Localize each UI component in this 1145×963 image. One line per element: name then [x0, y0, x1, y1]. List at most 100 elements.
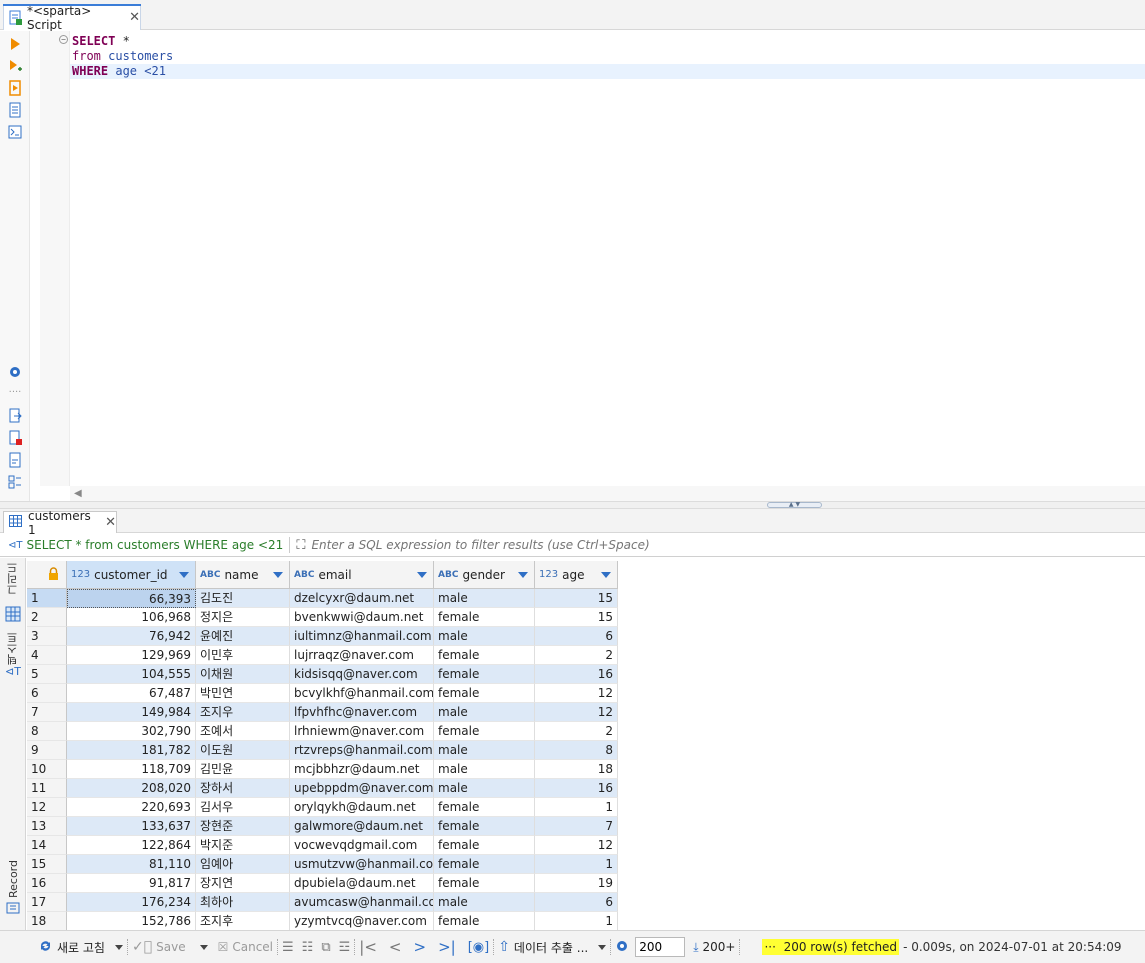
cell-age[interactable]: 7: [535, 817, 618, 836]
cell-age[interactable]: 12: [535, 836, 618, 855]
table-row[interactable]: 12 220,693 김서우 orylqykh@daum.net female 1: [27, 798, 618, 817]
cancel-button[interactable]: ☒ Cancel: [218, 940, 273, 954]
column-filter-icon[interactable]: [518, 572, 528, 578]
active-query-label[interactable]: ⊲T SELECT * from customers WHERE age <21: [8, 538, 283, 552]
column-header-gender[interactable]: ABC gender: [434, 561, 535, 589]
cell-gender[interactable]: female: [434, 855, 535, 874]
export-script-icon[interactable]: [6, 407, 24, 425]
table-row[interactable]: 17 176,234 최하아 avumcasw@hanmail.com male 6: [27, 893, 618, 912]
row-number[interactable]: 16: [27, 874, 67, 893]
last-page-icon[interactable]: >|: [438, 938, 456, 956]
code-line-3[interactable]: WHERE age <21: [72, 64, 166, 79]
copy-row-icon[interactable]: ⧉: [321, 940, 330, 955]
cell-name[interactable]: 조지후: [196, 912, 290, 930]
row-number[interactable]: 1: [27, 589, 67, 608]
cell-age[interactable]: 2: [535, 722, 618, 741]
table-row[interactable]: 7 149,984 조지우 lfpvhfhc@naver.com male 12: [27, 703, 618, 722]
cell-gender[interactable]: female: [434, 798, 535, 817]
cell-name[interactable]: 김민윤: [196, 760, 290, 779]
cell-name[interactable]: 이민후: [196, 646, 290, 665]
previous-page-icon[interactable]: <: [389, 938, 402, 956]
cell-customer-id[interactable]: 133,637: [67, 817, 196, 836]
cell-email[interactable]: iultimnz@hanmail.com: [290, 627, 434, 646]
table-row[interactable]: 9 181,782 이도원 rtzvreps@hanmail.com male 8: [27, 741, 618, 760]
cell-gender[interactable]: male: [434, 779, 535, 798]
cell-customer-id[interactable]: 106,968: [67, 608, 196, 627]
table-row[interactable]: 15 81,110 임예아 usmutzvw@hanmail.com female 1: [27, 855, 618, 874]
cell-customer-id[interactable]: 208,020: [67, 779, 196, 798]
cell-customer-id[interactable]: 67,487: [67, 684, 196, 703]
current-row-icon[interactable]: [◉]: [468, 940, 490, 955]
edit-cell-icon[interactable]: ☰: [282, 940, 294, 955]
table-row[interactable]: 11 208,020 장하서 upebppdm@naver.com male 16: [27, 779, 618, 798]
cell-age[interactable]: 8: [535, 741, 618, 760]
cell-email[interactable]: avumcasw@hanmail.com: [290, 893, 434, 912]
cell-name[interactable]: 임예아: [196, 855, 290, 874]
cell-name[interactable]: 이채원: [196, 665, 290, 684]
cell-customer-id[interactable]: 129,969: [67, 646, 196, 665]
cell-age[interactable]: 12: [535, 703, 618, 722]
code-line-1[interactable]: SELECT *: [72, 34, 130, 49]
next-page-icon[interactable]: >: [413, 938, 426, 956]
cell-customer-id[interactable]: 81,110: [67, 855, 196, 874]
refresh-button[interactable]: 새로 고침: [38, 939, 105, 956]
execute-script-icon[interactable]: [6, 79, 24, 97]
row-number[interactable]: 3: [27, 627, 67, 646]
row-number[interactable]: 17: [27, 893, 67, 912]
sql-editor[interactable]: ···· − SELECT * from customers WHERE age…: [0, 31, 1145, 501]
first-page-icon[interactable]: |<: [359, 938, 377, 956]
cell-email[interactable]: bvenkwwi@daum.net: [290, 608, 434, 627]
code-line-2[interactable]: from customers: [72, 49, 173, 64]
cell-gender[interactable]: female: [434, 817, 535, 836]
cell-gender[interactable]: female: [434, 665, 535, 684]
cell-email[interactable]: dzelcyxr@daum.net: [290, 589, 434, 608]
row-number[interactable]: 8: [27, 722, 67, 741]
row-number[interactable]: 6: [27, 684, 67, 703]
editor-results-splitter[interactable]: ▲ ▼: [0, 501, 1145, 509]
cell-gender[interactable]: male: [434, 760, 535, 779]
fold-collapse-icon[interactable]: −: [59, 35, 68, 44]
cell-age[interactable]: 16: [535, 779, 618, 798]
cell-email[interactable]: vocwevqdgmail.com: [290, 836, 434, 855]
cell-email[interactable]: bcvylkhf@hanmail.com: [290, 684, 434, 703]
column-header-email[interactable]: ABC email: [290, 561, 434, 589]
table-row[interactable]: 3 76,942 윤예진 iultimnz@hanmail.com male 6: [27, 627, 618, 646]
add-row-icon[interactable]: ☷: [302, 940, 314, 955]
terminal-icon[interactable]: [6, 123, 24, 141]
cell-age[interactable]: 1: [535, 798, 618, 817]
cell-name[interactable]: 장하서: [196, 779, 290, 798]
cell-age[interactable]: 1: [535, 912, 618, 930]
cell-email[interactable]: lujrraqz@naver.com: [290, 646, 434, 665]
cell-gender[interactable]: male: [434, 703, 535, 722]
results-grid[interactable]: 123 customer_id ABC name ABC email ABC g…: [27, 561, 1145, 930]
column-filter-icon[interactable]: [417, 572, 427, 578]
refresh-dropdown[interactable]: [114, 944, 123, 950]
explain-plan-icon[interactable]: [6, 101, 24, 119]
cell-age[interactable]: 2: [535, 646, 618, 665]
cell-gender[interactable]: female: [434, 722, 535, 741]
close-icon[interactable]: ✕: [129, 10, 140, 25]
error-log-icon[interactable]: [6, 429, 24, 447]
table-row[interactable]: 6 67,487 박민연 bcvylkhf@hanmail.com female 12: [27, 684, 618, 703]
cell-age[interactable]: 19: [535, 874, 618, 893]
tab-record-view[interactable]: Record: [3, 860, 23, 917]
row-number[interactable]: 14: [27, 836, 67, 855]
cell-name[interactable]: 윤예진: [196, 627, 290, 646]
cell-email[interactable]: yzymtvcq@naver.com: [290, 912, 434, 930]
row-lock-header[interactable]: [27, 561, 67, 589]
delete-row-icon[interactable]: ☲: [339, 940, 351, 955]
cell-email[interactable]: orylqykh@daum.net: [290, 798, 434, 817]
cell-email[interactable]: lrhniewm@naver.com: [290, 722, 434, 741]
cell-gender[interactable]: female: [434, 836, 535, 855]
row-number[interactable]: 5: [27, 665, 67, 684]
table-row[interactable]: 18 152,786 조지후 yzymtvcq@naver.com female 1: [27, 912, 618, 930]
cell-age[interactable]: 15: [535, 589, 618, 608]
cell-email[interactable]: lfpvhfhc@naver.com: [290, 703, 434, 722]
tab-customers-1[interactable]: customers 1 ✕: [3, 509, 117, 537]
cell-age[interactable]: 18: [535, 760, 618, 779]
cell-customer-id[interactable]: 66,393: [67, 589, 196, 608]
row-number[interactable]: 13: [27, 817, 67, 836]
cell-email[interactable]: upebppdm@naver.com: [290, 779, 434, 798]
cell-age[interactable]: 6: [535, 627, 618, 646]
cell-name[interactable]: 박지준: [196, 836, 290, 855]
